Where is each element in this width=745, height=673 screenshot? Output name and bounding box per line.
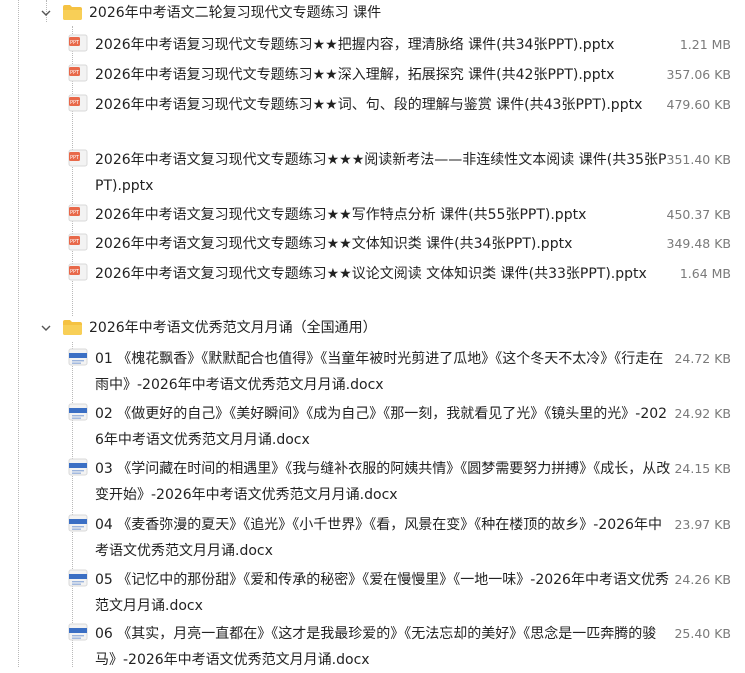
pptx-file-icon: PPT xyxy=(68,204,88,222)
file-row[interactable]: PPT 2026年中考语文复习现代文专题练习★★议论文阅读 文体知识类 课件(共… xyxy=(0,259,745,313)
svg-text:PPT: PPT xyxy=(70,269,80,275)
file-tree: 2026年中考语文二轮复习现代文专题练习 课件 PPT 2026年中考语复习现代… xyxy=(0,0,745,668)
file-row[interactable]: 06 《其实，月亮一直都在》《这才是我最珍爱的》《无法忘却的美好》《思念是一匹奔… xyxy=(0,619,745,668)
svg-text:PPT: PPT xyxy=(70,100,80,106)
file-row[interactable]: 01 《槐花飘香》《默默配合也值得》《当童年被时光剪进了瓜地》《这个冬天不太冷》… xyxy=(0,344,745,398)
file-size: 24.15 KB xyxy=(674,461,731,476)
file-row[interactable]: PPT 2026年中考语复习现代文专题练习★★词、句、段的理解与鉴赏 课件(共4… xyxy=(0,90,745,144)
svg-text:PPT: PPT xyxy=(70,239,80,245)
file-size: 23.97 KB xyxy=(674,517,731,532)
pptx-file-icon: PPT xyxy=(68,263,88,281)
folder-row[interactable]: 2026年中考语文二轮复习现代文专题练习 课件 xyxy=(0,0,745,28)
file-size: 24.26 KB xyxy=(674,572,731,587)
file-row[interactable]: PPT 2026年中考语文复习现代文专题练习★★写作特点分析 课件(共55张PP… xyxy=(0,200,745,228)
folder-name: 2026年中考语文二轮复习现代文专题练习 课件 xyxy=(89,5,382,21)
file-name: 2026年中考语文复习现代文专题练习★★议论文阅读 文体知识类 课件(共33张P… xyxy=(95,266,647,282)
file-name: 01 《槐花飘香》《默默配合也值得》《当童年被时光剪进了瓜地》《这个冬天不太冷》… xyxy=(95,351,664,393)
file-size: 349.48 KB xyxy=(666,236,731,251)
docx-file-icon xyxy=(68,348,88,366)
file-row[interactable]: PPT 2026年中考语复习现代文专题练习★★把握内容，理清脉络 课件(共34张… xyxy=(0,30,745,58)
file-size: 351.40 KB xyxy=(666,152,731,167)
file-size: 1.21 MB xyxy=(679,37,731,52)
file-name: 2026年中考语文复习现代文专题练习★★文体知识类 课件(共34张PPT).pp… xyxy=(95,236,573,252)
file-name: 04 《麦香弥漫的夏天》《追光》《小千世界》《看，风景在变》《种在楼顶的故乡》-… xyxy=(95,517,662,559)
file-size: 24.72 KB xyxy=(674,351,731,366)
file-row[interactable]: 05 《记忆中的那份甜》《爱和传承的秘密》《爱在慢慢里》《一地一味》-2026年… xyxy=(0,565,745,619)
folder-icon xyxy=(63,5,82,20)
pptx-file-icon: PPT xyxy=(68,233,88,251)
chevron-down-icon[interactable] xyxy=(40,7,52,19)
pptx-file-icon: PPT xyxy=(68,149,88,167)
file-name: 2026年中考语复习现代文专题练习★★词、句、段的理解与鉴赏 课件(共43张PP… xyxy=(95,97,643,113)
file-size: 357.06 KB xyxy=(666,67,731,82)
pptx-file-icon: PPT xyxy=(68,64,88,82)
file-size: 24.92 KB xyxy=(674,406,731,421)
file-size: 1.64 MB xyxy=(679,266,731,281)
file-row[interactable]: PPT 2026年中考语复习现代文专题练习★★深入理解，拓展探究 课件(共42张… xyxy=(0,60,745,88)
chevron-down-icon[interactable] xyxy=(40,322,52,334)
file-row[interactable]: PPT 2026年中考语文复习现代文专题练习★★文体知识类 课件(共34张PPT… xyxy=(0,229,745,257)
folder-row[interactable]: 2026年中考语文优秀范文月月诵（全国通用） xyxy=(0,315,745,343)
pptx-file-icon: PPT xyxy=(68,34,88,52)
docx-file-icon xyxy=(68,403,88,421)
file-name: 2026年中考语复习现代文专题练习★★深入理解，拓展探究 课件(共42张PPT)… xyxy=(95,67,615,83)
svg-text:PPT: PPT xyxy=(70,40,80,46)
file-row[interactable]: 04 《麦香弥漫的夏天》《追光》《小千世界》《看，风景在变》《种在楼顶的故乡》-… xyxy=(0,510,745,564)
file-name: 03 《学问藏在时间的相遇里》《我与缝补衣服的阿姨共情》《圆梦需要努力拼搏》《成… xyxy=(95,461,671,503)
file-name: 06 《其实，月亮一直都在》《这才是我最珍爱的》《无法忘却的美好》《思念是一匹奔… xyxy=(95,626,657,668)
file-size: 479.60 KB xyxy=(666,97,731,112)
file-name: 2026年中考语文复习现代文专题练习★★★阅读新考法——非连续性文本阅读 课件(… xyxy=(95,152,667,194)
file-name: 2026年中考语复习现代文专题练习★★把握内容，理清脉络 课件(共34张PPT)… xyxy=(95,37,615,53)
file-size: 25.40 KB xyxy=(674,626,731,641)
docx-file-icon xyxy=(68,569,88,587)
docx-file-icon xyxy=(68,458,88,476)
docx-file-icon xyxy=(68,514,88,532)
file-row[interactable]: 02 《做更好的自己》《美好瞬间》《成为自己》《那一刻，我就看见了光》《镜头里的… xyxy=(0,399,745,453)
file-row[interactable]: 03 《学问藏在时间的相遇里》《我与缝补衣服的阿姨共情》《圆梦需要努力拼搏》《成… xyxy=(0,454,745,508)
docx-file-icon xyxy=(68,623,88,641)
folder-name: 2026年中考语文优秀范文月月诵（全国通用） xyxy=(89,320,377,336)
file-size: 450.37 KB xyxy=(666,207,731,222)
file-name: 2026年中考语文复习现代文专题练习★★写作特点分析 课件(共55张PPT).p… xyxy=(95,207,587,223)
pptx-file-icon: PPT xyxy=(68,94,88,112)
folder-icon xyxy=(63,320,82,335)
file-name: 05 《记忆中的那份甜》《爱和传承的秘密》《爱在慢慢里》《一地一味》-2026年… xyxy=(95,572,669,614)
file-name: 02 《做更好的自己》《美好瞬间》《成为自己》《那一刻，我就看见了光》《镜头里的… xyxy=(95,406,668,448)
svg-text:PPT: PPT xyxy=(70,70,80,76)
svg-text:PPT: PPT xyxy=(70,210,80,216)
svg-text:PPT: PPT xyxy=(70,155,80,161)
file-row[interactable]: PPT 2026年中考语文复习现代文专题练习★★★阅读新考法——非连续性文本阅读… xyxy=(0,145,745,199)
